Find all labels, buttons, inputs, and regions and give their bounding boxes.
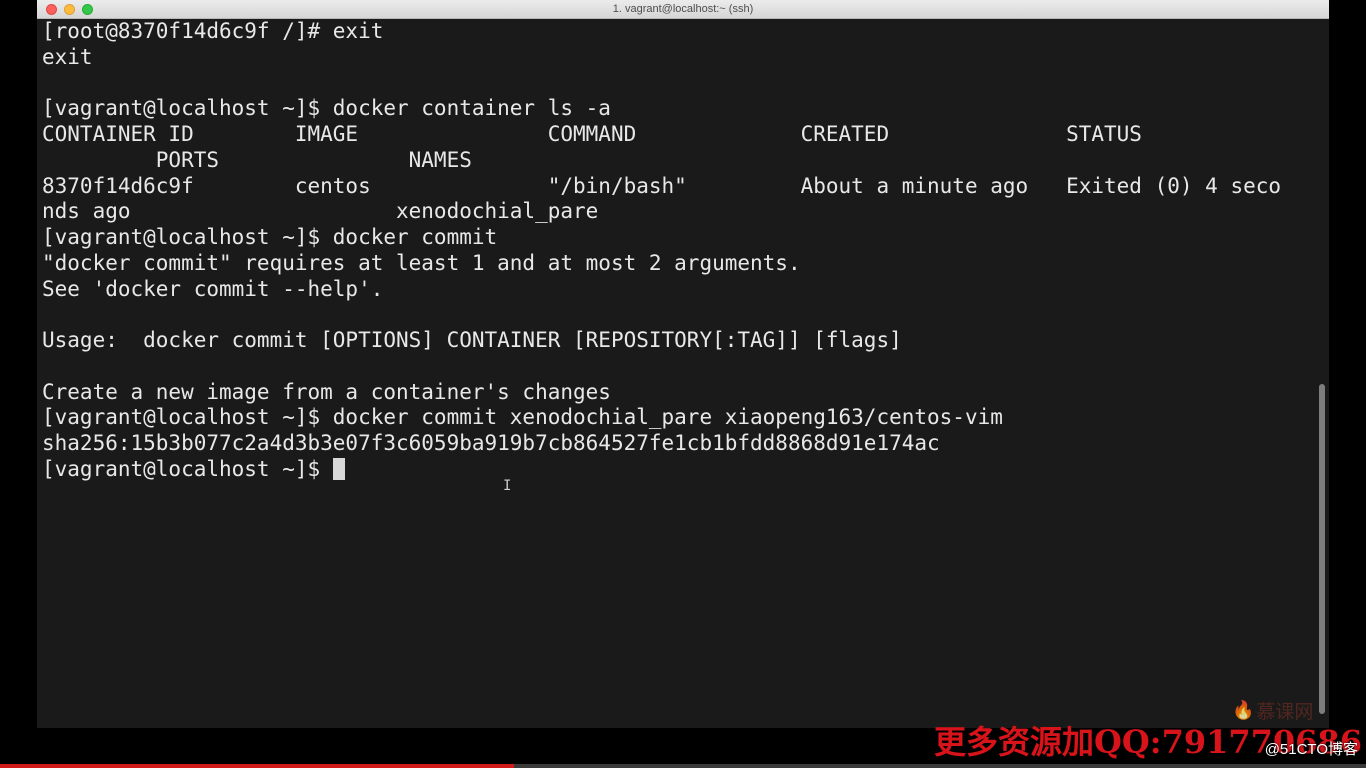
terminal-line: [root@8370f14d6c9f /]# exit <box>42 19 384 43</box>
video-progress-bar[interactable] <box>0 764 1366 768</box>
terminal-line: 8370f14d6c9f centos "/bin/bash" About a … <box>42 173 1282 198</box>
terminal-prompt: [vagrant@localhost ~]$ <box>42 456 333 481</box>
terminal-line: nds ago xenodochial_pare <box>42 199 599 224</box>
brand-watermark: 🔥 慕课网 <box>1232 697 1313 724</box>
window-title: 1. vagrant@localhost:~ (ssh) <box>612 3 754 15</box>
video-frame: 1. vagrant@localhost:~ (ssh) [root@8370f… <box>0 0 1366 768</box>
source-watermark: @51CTO博客 <box>1264 741 1358 758</box>
scrollbar-thumb[interactable] <box>1319 384 1325 714</box>
terminal-prompt-line: [vagrant@localhost ~]$ <box>42 457 1315 483</box>
terminal-line: exit <box>42 44 93 69</box>
title-bar[interactable]: 1. vagrant@localhost:~ (ssh) <box>37 0 1329 19</box>
terminal-window: 1. vagrant@localhost:~ (ssh) [root@8370f… <box>37 0 1329 728</box>
flame-logo-icon: 🔥 <box>1232 700 1255 721</box>
video-progress-fill <box>0 764 514 768</box>
terminal-line: Usage: docker commit [OPTIONS] CONTAINER… <box>42 328 902 352</box>
terminal-lines: [root@8370f14d6c9f /]# exit exit [vagrant@… <box>42 19 1315 457</box>
vertical-scrollbar[interactable] <box>1315 19 1329 728</box>
terminal-line: CONTAINER ID IMAGE COMMAND CREATED STATU… <box>42 122 1142 146</box>
terminal-line: [vagrant@localhost ~]$ docker commit xen… <box>42 405 1003 430</box>
terminal-line: sha256:15b3b077c2a4d3b3e07f3c6059ba919b7… <box>42 431 940 455</box>
ibeam-cursor-icon: I <box>503 478 512 494</box>
terminal-line: Create a new image from a container's ch… <box>42 379 611 404</box>
terminal-output[interactable]: [root@8370f14d6c9f /]# exit exit [vagrant@… <box>37 19 1315 728</box>
brand-logo-text: 慕课网 <box>1256 701 1314 723</box>
terminal-line: [vagrant@localhost ~]$ docker commit <box>42 225 498 249</box>
terminal-line: See 'docker commit --help'. <box>42 276 384 301</box>
terminal-line: PORTS NAMES <box>42 147 472 172</box>
terminal-line: "docker commit" requires at least 1 and … <box>42 250 801 275</box>
text-cursor <box>332 457 345 480</box>
terminal-line: [vagrant@localhost ~]$ docker container … <box>42 96 611 121</box>
